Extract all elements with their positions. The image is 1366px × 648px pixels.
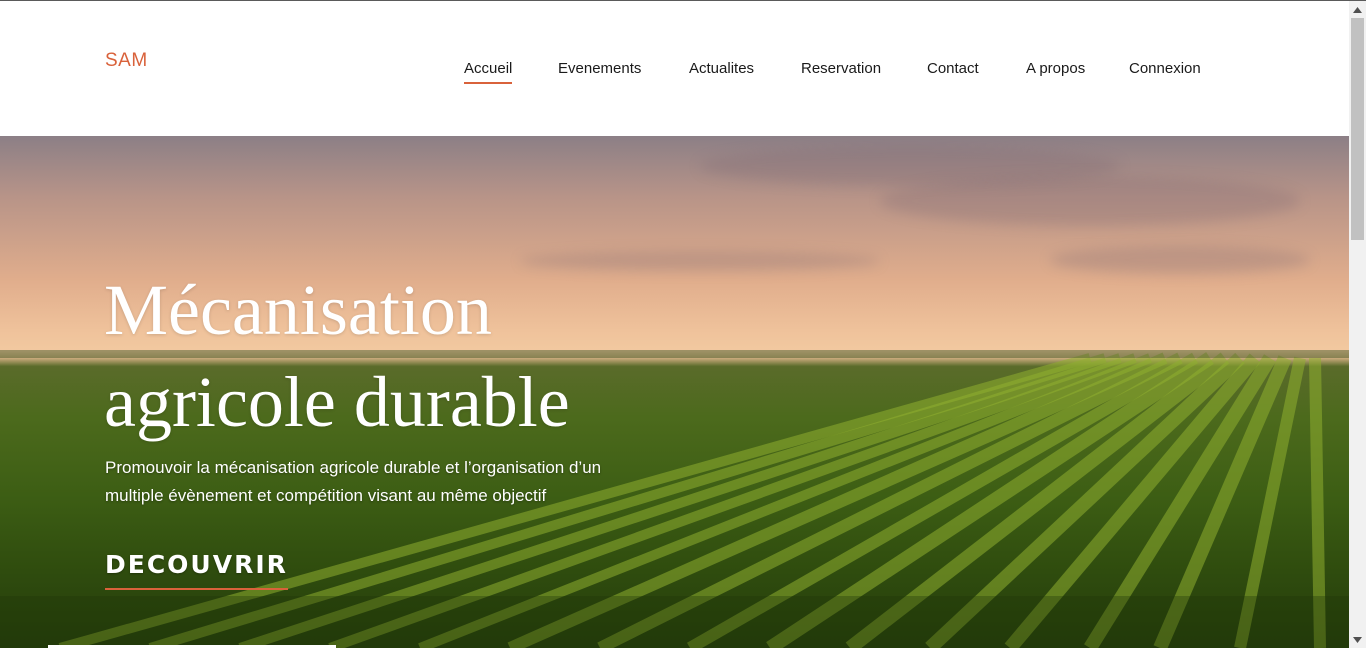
scrollbar-thumb[interactable] (1351, 18, 1364, 240)
nav-item-actualites[interactable]: Actualites (689, 60, 754, 77)
nav-item-evenements[interactable]: Evenements (558, 60, 641, 77)
hero-title: Mécanisation agricole durable (104, 270, 570, 442)
hero-section: Mécanisation agricole durable Promouvoir… (0, 136, 1349, 648)
nav-item-contact[interactable]: Contact (927, 60, 979, 77)
nav-item-connexion[interactable]: Connexion (1129, 60, 1201, 77)
hero-subtitle: Promouvoir la mécanisation agricole dura… (105, 458, 602, 505)
vertical-scrollbar[interactable] (1349, 1, 1366, 648)
nav-item-accueil[interactable]: Accueil (464, 60, 513, 84)
site-logo[interactable]: SAM (105, 50, 148, 72)
page: SAM Accueil Evenements Actualites Reserv… (0, 0, 1366, 648)
chevron-down-icon[interactable] (1349, 631, 1366, 648)
site-header: SAM Accueil Evenements Actualites Reserv… (0, 1, 1349, 136)
nav-item-a-propos[interactable]: A propos (1026, 60, 1085, 77)
nav-item-reservation[interactable]: Reservation (801, 60, 881, 77)
chevron-up-icon[interactable] (1349, 1, 1366, 18)
discover-button[interactable]: DECOUVRIR (105, 550, 288, 590)
